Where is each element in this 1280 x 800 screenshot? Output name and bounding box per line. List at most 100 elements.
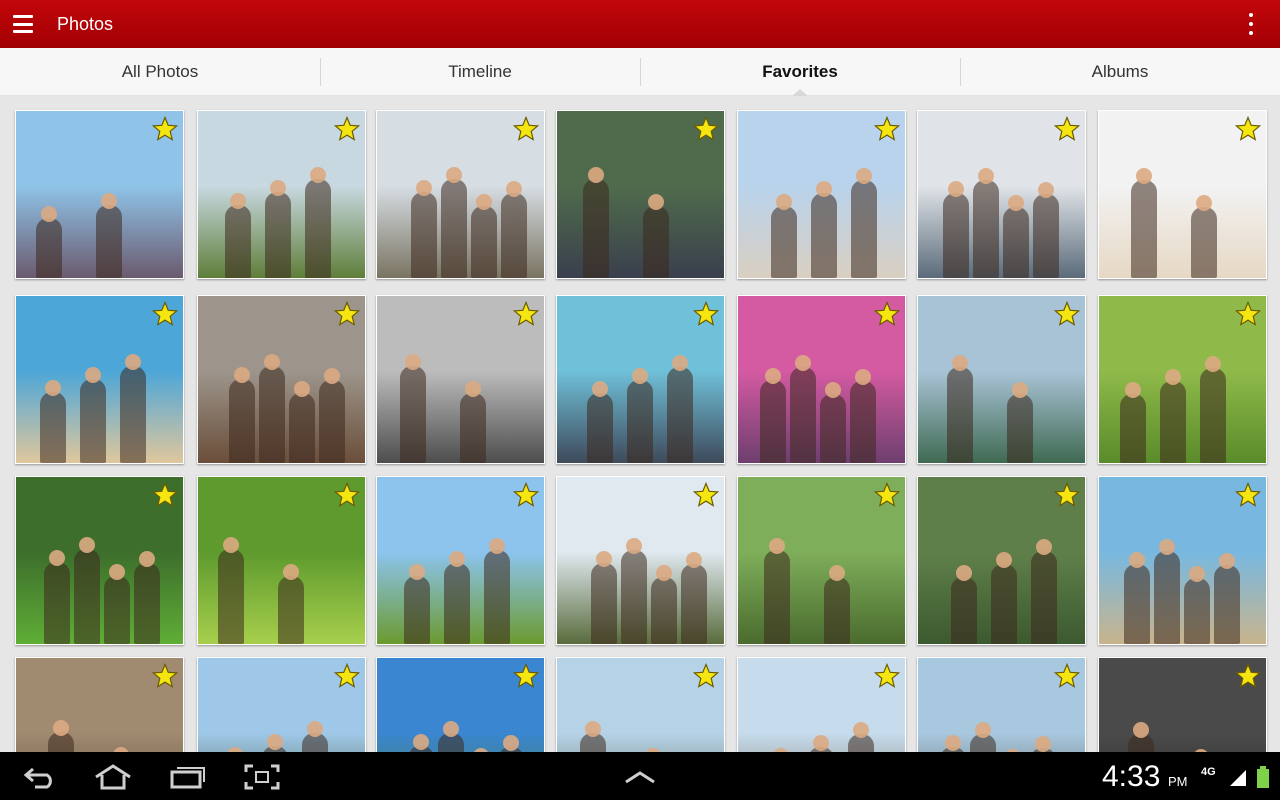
photo-figure [278,576,304,644]
photo-thumbnail[interactable] [15,657,184,752]
star-icon[interactable] [1235,301,1261,327]
photo-thumbnail[interactable] [737,657,906,752]
photo-thumbnail[interactable] [376,110,545,279]
star-icon[interactable] [693,663,719,689]
star-icon[interactable] [874,116,900,142]
star-icon[interactable] [513,482,539,508]
photo-thumbnail[interactable] [15,110,184,279]
photo-figure [1191,207,1217,278]
photo-figure-head [1012,382,1028,398]
photo-figure-head [816,181,832,197]
star-icon[interactable] [1235,663,1261,689]
photo-figure-head [230,193,246,209]
tab-favorites[interactable]: Favorites [640,48,960,96]
photo-thumbnail[interactable] [917,476,1086,645]
photo-figure-head [283,564,299,580]
star-icon[interactable] [334,482,360,508]
photo-thumbnail[interactable] [15,476,184,645]
chevron-up-icon[interactable] [622,762,658,792]
photo-thumbnail[interactable] [917,657,1086,752]
photo-figure [1154,551,1180,644]
photo-figure-head [656,565,672,581]
photo-figure [1033,194,1059,278]
star-icon[interactable] [513,301,539,327]
photo-figure [771,206,797,278]
hamburger-menu-icon[interactable] [13,15,33,33]
photo-grid [0,96,1280,752]
star-icon[interactable] [1235,116,1261,142]
overflow-menu-icon[interactable] [1248,13,1254,35]
photo-figure [1131,180,1157,278]
star-icon[interactable] [1054,301,1080,327]
photo-thumbnail[interactable] [1098,110,1267,279]
star-icon[interactable] [874,663,900,689]
photo-figure-head [769,538,785,554]
photo-thumbnail[interactable] [197,657,366,752]
recent-apps-icon[interactable] [170,762,206,792]
photo-figure [80,379,106,463]
photo-thumbnail[interactable] [376,295,545,464]
photo-thumbnail[interactable] [556,657,725,752]
photo-figure [1120,394,1146,463]
photo-thumbnail[interactable] [737,110,906,279]
photo-figure-head [405,354,421,370]
star-icon[interactable] [334,663,360,689]
star-icon[interactable] [152,116,178,142]
star-icon[interactable] [874,482,900,508]
photo-figure-head [1196,195,1212,211]
photo-thumbnail[interactable] [197,110,366,279]
photo-figure-head [310,167,326,183]
star-icon[interactable] [334,301,360,327]
photo-thumbnail[interactable] [1098,295,1267,464]
photo-thumbnail[interactable] [917,295,1086,464]
photo-figure [44,562,70,644]
photo-thumbnail[interactable] [737,476,906,645]
photo-figure [74,549,100,644]
star-icon[interactable] [1235,482,1261,508]
photo-figure-head [449,551,465,567]
photo-thumbnail[interactable] [376,476,545,645]
photo-thumbnail[interactable] [556,476,725,645]
home-icon[interactable] [92,762,134,792]
star-icon[interactable] [152,482,178,508]
back-icon[interactable] [22,762,58,792]
photo-figure-head [588,167,604,183]
photo-figure [96,205,122,278]
star-icon[interactable] [874,301,900,327]
photo-figure [1214,565,1240,644]
photo-figure-head [53,720,69,736]
photo-thumbnail[interactable] [197,295,366,464]
photo-thumbnail[interactable] [197,476,366,645]
photo-thumbnail[interactable] [15,295,184,464]
photo-thumbnail[interactable] [1098,476,1267,645]
photo-thumbnail[interactable] [737,295,906,464]
photo-figure [36,218,62,278]
photo-thumbnail[interactable] [917,110,1086,279]
photo-figure-head [446,167,462,183]
star-icon[interactable] [1054,482,1080,508]
photo-figure-head [1129,552,1145,568]
photo-thumbnail[interactable] [1098,657,1267,752]
star-icon[interactable] [334,116,360,142]
tab-albums[interactable]: Albums [960,48,1280,95]
star-icon[interactable] [513,663,539,689]
star-icon[interactable] [693,301,719,327]
star-icon[interactable] [693,482,719,508]
photo-figure [681,564,707,644]
system-nav-bar: 4:33 PM 4G [0,752,1280,800]
star-icon[interactable] [152,663,178,689]
star-icon[interactable] [513,116,539,142]
star-icon[interactable] [152,301,178,327]
star-icon[interactable] [1054,663,1080,689]
photo-thumbnail[interactable] [556,110,725,279]
photo-figure-head [626,538,642,554]
star-icon[interactable] [1054,116,1080,142]
photo-thumbnail[interactable] [556,295,725,464]
photo-figure-head [1125,382,1141,398]
star-icon[interactable] [693,116,719,142]
photo-thumbnail[interactable] [376,657,545,752]
screenshot-icon[interactable] [244,762,280,792]
photo-figure-head [672,355,688,371]
tab-all-photos[interactable]: All Photos [0,48,320,95]
tab-timeline[interactable]: Timeline [320,48,640,95]
